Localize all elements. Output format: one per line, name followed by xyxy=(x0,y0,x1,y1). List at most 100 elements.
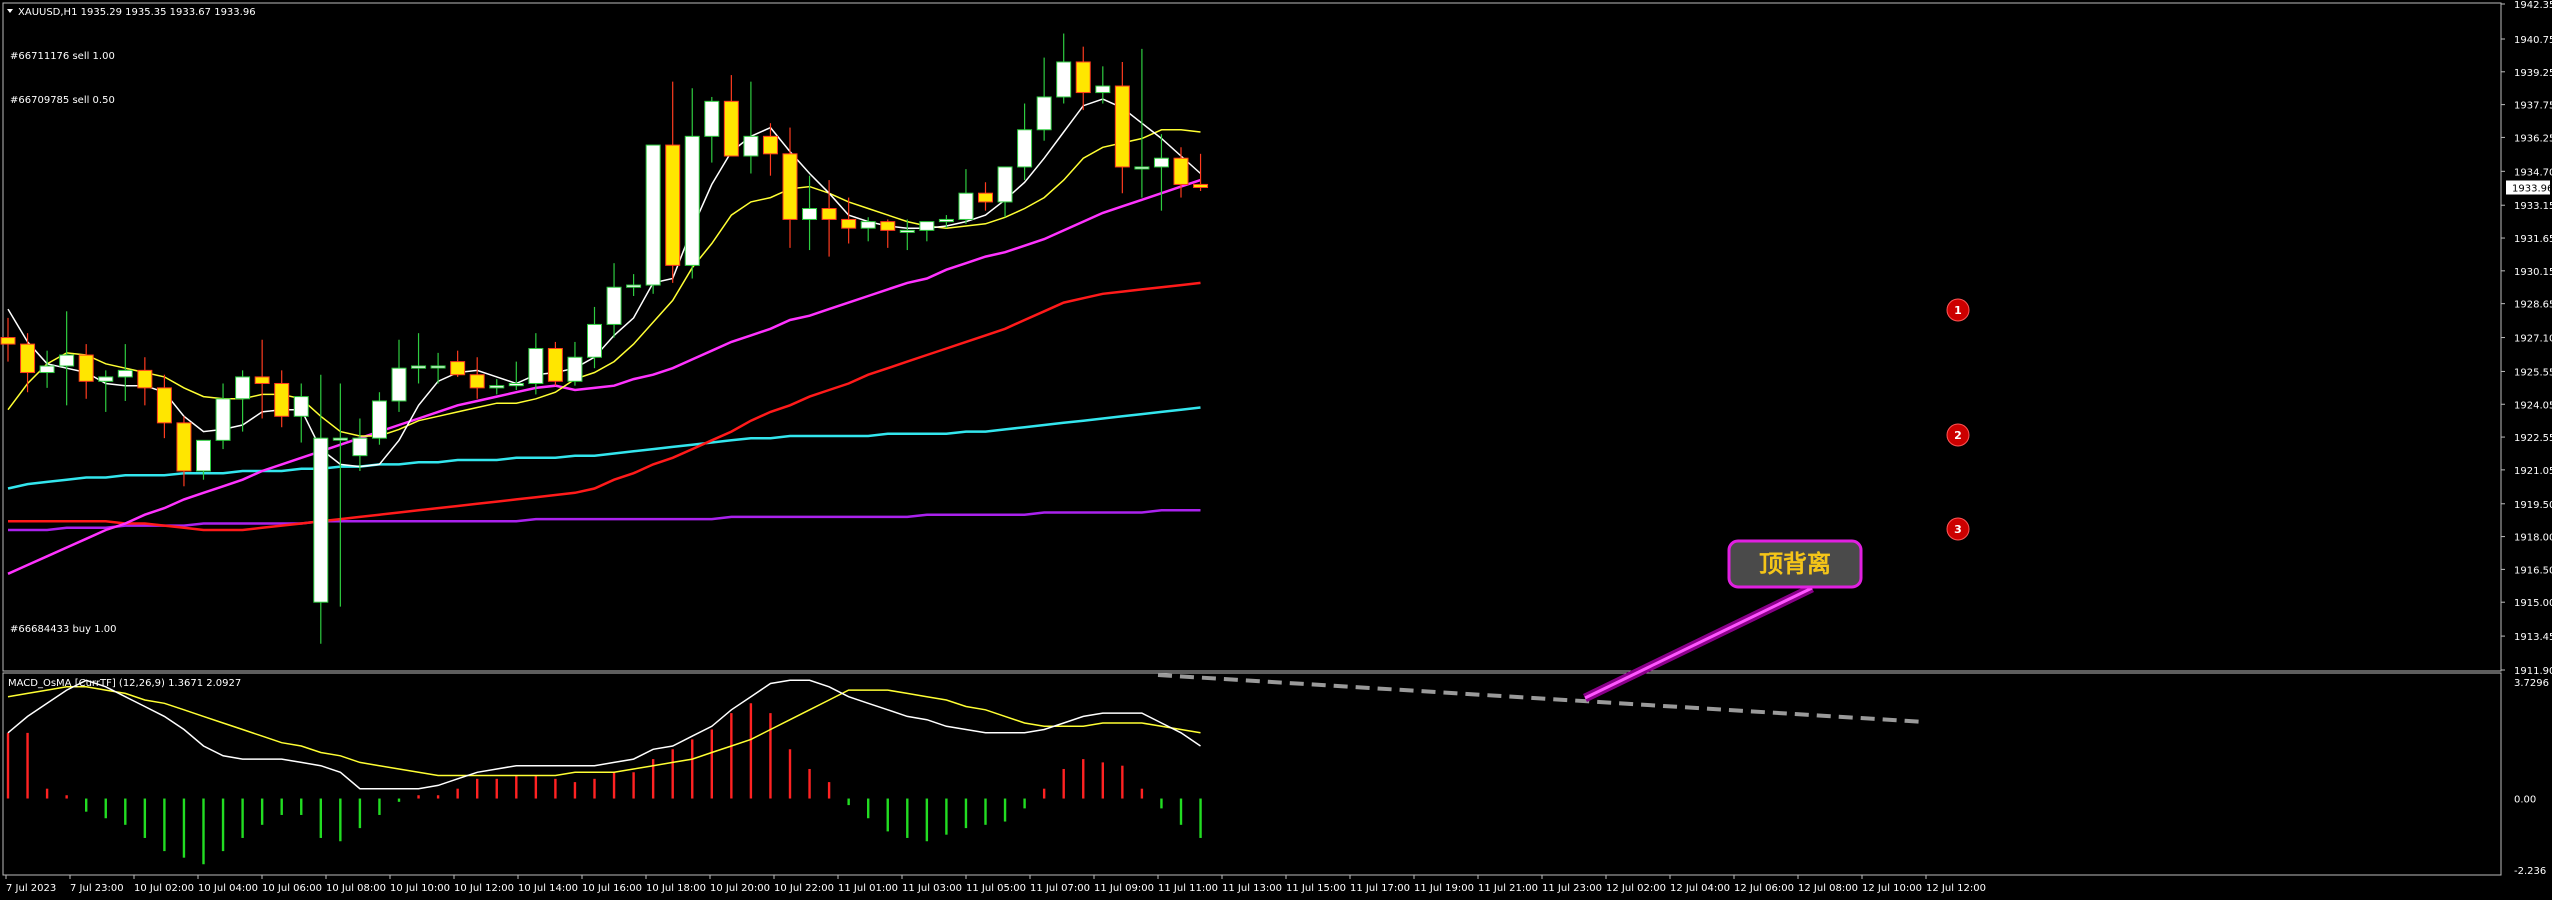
candle[interactable] xyxy=(841,197,857,244)
candle[interactable] xyxy=(411,333,427,384)
candle[interactable] xyxy=(39,350,55,388)
candle[interactable] xyxy=(528,333,544,395)
price-tick-label: 1936.25 xyxy=(2514,133,2552,144)
candle-body xyxy=(59,354,75,367)
price-tick-label: 1928.65 xyxy=(2514,300,2552,311)
chart-canvas[interactable]: 1942.35 1940.75 1939.25 1937.75 1936.25 1934.… xyxy=(0,0,2552,900)
candle-body xyxy=(274,382,290,417)
candle[interactable] xyxy=(20,333,36,393)
time-tick-label: 12 Jul 12:00 xyxy=(1926,883,1986,894)
triangle-down-icon[interactable] xyxy=(7,9,13,13)
time-tick-label: 12 Jul 10:00 xyxy=(1862,883,1922,894)
marker-2-label: 2 xyxy=(1954,429,1962,442)
candle[interactable] xyxy=(137,357,153,406)
candle[interactable] xyxy=(352,418,368,471)
indicator-panel-frame xyxy=(2,672,2502,876)
price-tick-label: 1919.50 xyxy=(2514,500,2552,511)
candle-body xyxy=(665,144,681,266)
candle[interactable] xyxy=(880,219,896,248)
candle-body xyxy=(587,323,602,358)
candle[interactable] xyxy=(567,341,583,386)
candle[interactable] xyxy=(78,344,94,399)
candle[interactable] xyxy=(59,311,75,406)
candle-body xyxy=(39,365,55,374)
candle[interactable] xyxy=(469,357,485,399)
macd-series xyxy=(6,679,1202,865)
candle[interactable] xyxy=(645,144,661,294)
candle-body xyxy=(723,100,739,157)
time-tick-label: 11 Jul 23:00 xyxy=(1542,883,1602,894)
candle[interactable] xyxy=(587,306,602,369)
candle[interactable] xyxy=(508,361,524,391)
candle[interactable] xyxy=(704,96,720,163)
candle-body xyxy=(313,437,329,603)
candle[interactable] xyxy=(919,221,935,242)
candle-body xyxy=(743,135,759,157)
candle[interactable] xyxy=(665,81,681,283)
candle[interactable] xyxy=(254,339,270,419)
price-tick-label: 1924.05 xyxy=(2514,400,2552,411)
time-tick-label: 10 Jul 02:00 xyxy=(134,883,194,894)
candle[interactable] xyxy=(450,350,466,377)
candle[interactable] xyxy=(860,217,876,242)
macd-tick-label: 3.7296 xyxy=(2514,678,2549,689)
candle[interactable] xyxy=(762,123,778,176)
candle[interactable] xyxy=(215,383,231,450)
candle[interactable] xyxy=(1075,46,1091,111)
candle[interactable] xyxy=(1017,103,1033,181)
candle[interactable] xyxy=(547,341,563,386)
candle[interactable] xyxy=(391,339,407,412)
time-tick-label: 10 Jul 16:00 xyxy=(582,883,642,894)
candle-body xyxy=(1095,85,1111,94)
candle[interactable] xyxy=(1173,147,1189,198)
candle[interactable] xyxy=(626,274,642,296)
time-tick-label: 10 Jul 06:00 xyxy=(262,883,322,894)
candle-body xyxy=(489,385,505,389)
time-tick-label: 11 Jul 09:00 xyxy=(1094,883,1154,894)
marker-2[interactable]: 2 xyxy=(1946,423,1970,447)
candle[interactable] xyxy=(1134,48,1150,198)
candle[interactable] xyxy=(978,182,993,211)
candle[interactable] xyxy=(98,370,114,412)
time-tick-label: 11 Jul 17:00 xyxy=(1350,883,1410,894)
candle[interactable] xyxy=(371,392,387,445)
candle-body xyxy=(1017,129,1033,168)
time-tick-label: 12 Jul 06:00 xyxy=(1734,883,1794,894)
candle[interactable] xyxy=(1193,153,1209,192)
candle[interactable] xyxy=(176,416,192,487)
candle-body xyxy=(98,376,114,382)
candle-body xyxy=(332,437,348,441)
marker-3[interactable]: 3 xyxy=(1946,517,1970,541)
marker-1[interactable]: 1 xyxy=(1946,298,1970,322)
candle[interactable] xyxy=(899,219,915,251)
candle[interactable] xyxy=(156,374,172,439)
candle-body xyxy=(20,343,36,374)
candle[interactable] xyxy=(723,75,739,157)
divergence-callout[interactable]: 顶背离 xyxy=(1727,539,1863,589)
candle[interactable] xyxy=(1095,66,1111,104)
time-tick-label: 10 Jul 18:00 xyxy=(646,883,706,894)
candle[interactable] xyxy=(1114,61,1130,194)
candle-body xyxy=(626,284,642,288)
price-tick-label: 1940.75 xyxy=(2514,35,2552,46)
candle[interactable] xyxy=(332,383,348,607)
candle[interactable] xyxy=(489,379,505,395)
candle[interactable] xyxy=(958,169,974,224)
candle[interactable] xyxy=(684,88,700,279)
candle[interactable] xyxy=(1036,57,1052,141)
time-tick-label: 11 Jul 19:00 xyxy=(1414,883,1474,894)
candle[interactable] xyxy=(117,344,133,401)
macd-tick-label: -2.236 xyxy=(2514,866,2546,877)
candle[interactable] xyxy=(743,81,759,174)
macd-tick-label: 0.00 xyxy=(2514,795,2536,806)
candle[interactable] xyxy=(1056,33,1072,104)
candle[interactable] xyxy=(313,374,329,644)
candle[interactable] xyxy=(293,383,309,443)
candle[interactable] xyxy=(274,370,290,428)
callout-arrow xyxy=(1583,583,1814,703)
candle[interactable] xyxy=(997,166,1013,218)
order-label-buy: #66684433 buy 1.00 xyxy=(10,624,117,635)
candle-body xyxy=(215,398,231,441)
candle[interactable] xyxy=(606,263,622,338)
candle[interactable] xyxy=(1153,134,1169,211)
